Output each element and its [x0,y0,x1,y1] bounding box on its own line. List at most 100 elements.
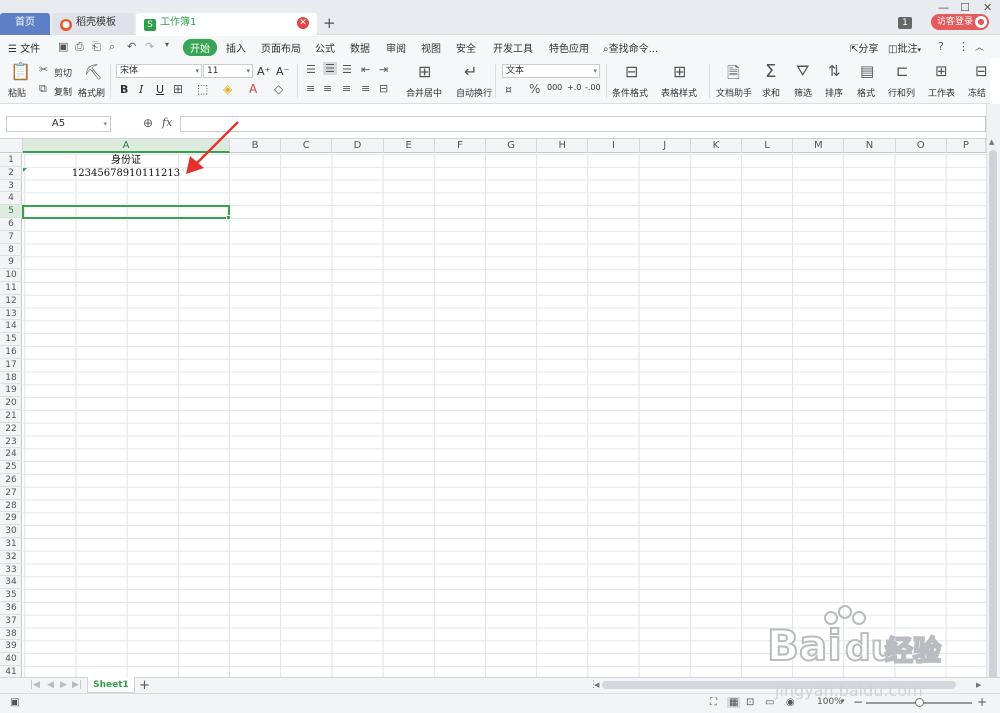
align-center-icon[interactable]: ≡ [323,82,332,95]
row-header-8[interactable]: 8 [0,244,22,257]
row-header-17[interactable]: 17 [0,359,22,372]
print-icon[interactable]: ⎗ [92,40,101,54]
column-header-i[interactable]: I [588,139,640,153]
column-header-j[interactable]: J [640,139,691,153]
align-right-icon[interactable]: ≡ [342,82,351,95]
menu-view[interactable]: 视图 [421,40,441,55]
underline-button[interactable]: U [156,83,164,96]
row-header-35[interactable]: 35 [0,589,22,602]
conditional-format-button[interactable]: 条件格式 [612,86,648,99]
comment-button[interactable]: ◫批注▾ [888,40,921,55]
row-header-6[interactable]: 6 [0,218,22,231]
menu-page-layout[interactable]: 页面布局 [261,40,301,55]
column-header-n[interactable]: N [844,139,896,153]
currency-icon[interactable]: ¤ [505,83,512,96]
tab-template[interactable]: ● 稻壳模板 [52,13,134,35]
row-header-23[interactable]: 23 [0,436,22,449]
increase-decimal-icon[interactable]: +.0 [567,83,581,92]
zoom-in-icon[interactable]: + [977,695,987,709]
increase-font-icon[interactable]: A⁺ [257,65,270,78]
format-button[interactable]: 格式 [857,86,875,99]
freeze-panes-icon[interactable]: ⊟ [975,62,988,80]
thousands-separator-icon[interactable]: 000 [547,83,562,92]
doc-assistant-button[interactable]: 文档助手 [716,86,752,99]
align-bottom-icon[interactable]: ☰ [342,63,352,76]
undo-icon[interactable]: ↶ [127,40,136,53]
sum-button[interactable]: 求和 [762,86,780,99]
row-header-20[interactable]: 20 [0,397,22,410]
row-header-26[interactable]: 26 [0,474,22,487]
freeze-panes-button[interactable]: 冻结 [968,86,990,99]
tab-home[interactable]: 首页 [0,13,50,35]
menu-special-apps[interactable]: 特色应用 [549,40,589,55]
sort-icon[interactable]: ⇅ [828,62,841,80]
align-left-icon[interactable]: ≡ [306,82,315,95]
row-header-9[interactable]: 9 [0,256,22,270]
column-header-l[interactable]: L [742,139,794,153]
row-header-4[interactable]: 4 [0,192,22,206]
column-header-m[interactable]: M [793,139,845,153]
row-header-16[interactable]: 16 [0,346,22,359]
doc-assistant-icon[interactable]: 🗎 [727,62,740,89]
font-name-select[interactable]: 宋体 ▾ [116,64,202,78]
indent-increase-icon[interactable]: ⇥ [379,63,388,76]
insert-function-icon[interactable]: fx [162,116,172,129]
more-icon[interactable]: ⋮ [958,40,969,53]
row-header-12[interactable]: 12 [0,295,22,308]
sum-icon[interactable]: Σ [765,61,776,82]
minimize-icon[interactable]: — [938,1,949,14]
scroll-right-icon[interactable]: ▶ [976,681,981,689]
number-format-select[interactable]: 文本 ▾ [502,64,600,78]
row-header-25[interactable]: 25 [0,461,22,474]
sort-button[interactable]: 排序 [825,86,843,99]
distributed-icon[interactable]: ⊟ [379,82,388,95]
collapse-ribbon-icon[interactable]: ︿ [975,40,984,53]
zoom-lookup-icon[interactable]: ⊕ [143,116,153,130]
window-close-icon[interactable]: ✕ [983,1,992,14]
row-col-icon[interactable]: ⊏ [896,62,909,80]
row-header-10[interactable]: 10 [0,269,22,282]
row-header-28[interactable]: 28 [0,500,22,513]
row-header-34[interactable]: 34 [0,576,22,590]
fullscreen-icon[interactable]: ⛶ [710,697,717,708]
add-tab-icon[interactable]: + [323,14,336,32]
maximize-icon[interactable]: ☐ [960,1,970,14]
align-middle-icon[interactable]: ☰ [323,62,337,75]
menu-developer[interactable]: 开发工具 [493,40,533,55]
quick-access-dropdown-icon[interactable]: ▾ [165,40,169,49]
column-header-f[interactable]: F [435,139,486,153]
row-header-13[interactable]: 13 [0,308,22,321]
align-top-icon[interactable]: ☰ [306,63,316,76]
copy-icon[interactable]: ⧉ [39,82,47,96]
row-header-32[interactable]: 32 [0,551,22,564]
merge-center-button[interactable]: 合并居中 [406,86,442,99]
decrease-font-icon[interactable]: A⁻ [276,65,289,78]
row-header-33[interactable]: 33 [0,564,22,577]
indent-decrease-icon[interactable]: ⇤ [361,63,370,76]
select-all-corner[interactable] [0,139,23,153]
print-preview-icon[interactable]: ⌕ [109,40,115,54]
first-sheet-icon[interactable]: |◀ [30,680,40,690]
table-style-button[interactable]: 表格样式 [661,86,697,99]
percent-icon[interactable]: % [529,82,540,96]
name-box[interactable]: A5 ▾ [6,116,111,132]
active-cell-selection[interactable] [22,205,230,219]
menu-data[interactable]: 数据 [350,40,370,55]
row-header-27[interactable]: 27 [0,487,22,500]
row-header-11[interactable]: 11 [0,282,22,295]
row-header-18[interactable]: 18 [0,372,22,385]
row-header-40[interactable]: 40 [0,653,22,666]
row-header-15[interactable]: 15 [0,333,22,346]
row-col-button[interactable]: 行和列 [888,86,915,99]
paste-icon[interactable]: 📋 [10,62,31,82]
menu-insert[interactable]: 插入 [226,40,246,55]
font-size-select[interactable]: 11 ▾ [203,64,253,78]
save-icon[interactable]: ▣ [58,40,68,53]
borders-icon[interactable]: ⊞ [173,82,183,96]
last-sheet-icon[interactable]: ▶| [72,680,82,690]
merge-center-icon[interactable]: ⊞ [418,62,431,81]
row-header-36[interactable]: 36 [0,602,22,615]
column-header-e[interactable]: E [384,139,435,153]
cut-icon[interactable]: ✂ [39,63,48,76]
macro-record-icon[interactable]: ▣ [10,697,19,708]
